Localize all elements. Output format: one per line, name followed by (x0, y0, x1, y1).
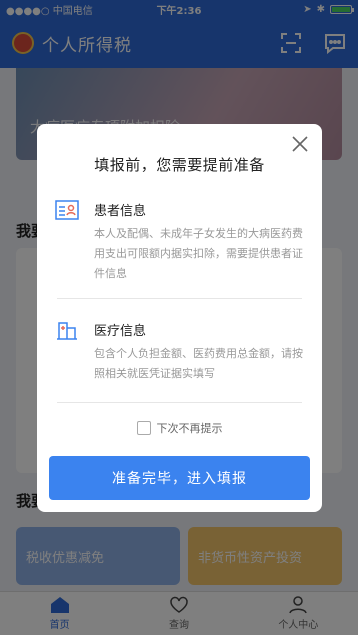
proceed-button[interactable]: 准备完毕，进入填报 (49, 456, 310, 500)
patient-card-icon (55, 200, 79, 220)
dialog-title: 填报前，您需要提前准备 (94, 156, 265, 174)
patient-info-desc: 本人及配偶、未成年子女发生的大病医药费用支出可限额内据实扣除，需要提供患者证件信… (94, 227, 303, 280)
dont-show-checkbox[interactable] (136, 421, 151, 435)
medical-info-desc: 包含个人负担金额、医药费用总金额，请按照相关就医凭证据实填写 (94, 347, 303, 380)
divider (57, 298, 302, 299)
prepare-dialog: 填报前，您需要提前准备 患者信息 本人及配偶、未成年子女发生的大病医药费用支出可… (37, 124, 322, 512)
patient-info-title: 患者信息 (94, 204, 147, 219)
divider (57, 402, 302, 403)
hospital-icon (57, 322, 77, 340)
dont-show-again: 下次不再提示 (37, 420, 322, 436)
medical-info-title: 医疗信息 (94, 324, 147, 339)
dont-show-label: 下次不再提示 (156, 422, 223, 435)
close-icon[interactable] (290, 134, 310, 154)
